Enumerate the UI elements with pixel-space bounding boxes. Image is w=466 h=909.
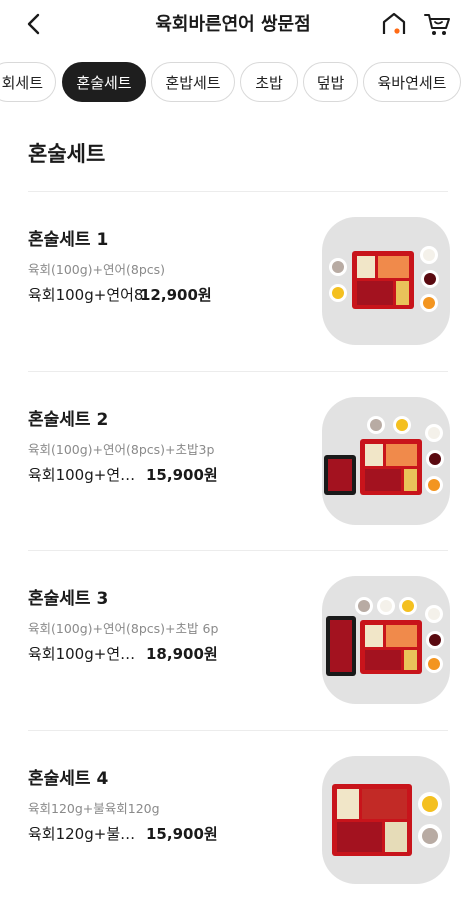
item-short-desc: 육회120g+불…: [28, 825, 136, 843]
tab-honbap-set[interactable]: 혼밥세트: [151, 62, 235, 102]
item-description: 육회(100g)+연어(8pcs)+초밥3p: [28, 442, 215, 457]
item-name: 혼술세트 4: [28, 769, 109, 789]
home-button[interactable]: [379, 9, 409, 39]
menu-item[interactable]: 혼술세트 4 육회120g+불육회120g 육회120g+불… 15,900원: [0, 731, 466, 909]
item-price: 15,900원: [146, 825, 218, 843]
item-short-desc: 육회100g+연…: [28, 466, 136, 484]
item-description: 육회(100g)+연어(8pcs)+초밥 6p: [28, 621, 219, 636]
item-short-desc: 육회100g+연…: [28, 645, 136, 663]
item-summary: 육회120g+불… 15,900원: [28, 823, 308, 844]
tab-honsul-set[interactable]: 혼술세트: [62, 62, 146, 102]
item-summary: 육회100g+연… 15,900원: [28, 464, 308, 485]
app-header: 육회바른연어 쌍문점: [0, 0, 466, 46]
menu-item[interactable]: 혼술세트 1 육회(100g)+연어(8pcs) 육회100g+연어8 12,9…: [0, 192, 466, 370]
item-thumbnail: [322, 217, 450, 345]
tab-deopbap[interactable]: 덮밥: [303, 62, 358, 102]
item-short-desc: 육회100g+연어8: [28, 286, 144, 304]
item-name: 혼술세트 3: [28, 589, 109, 609]
item-price: 12,900원: [140, 286, 212, 304]
item-name: 혼술세트 2: [28, 410, 109, 430]
item-price: 15,900원: [146, 466, 218, 484]
item-description: 육회(100g)+연어(8pcs): [28, 262, 166, 277]
item-summary: 육회100g+연… 18,900원: [28, 643, 308, 664]
item-thumbnail: [322, 576, 450, 704]
item-thumbnail: [322, 397, 450, 525]
category-tabs: 회세트 혼술세트 혼밥세트 초밥 덮밥 육바연세트: [0, 62, 466, 104]
item-summary: 육회100g+연어8 12,900원: [28, 284, 308, 305]
item-name: 혼술세트 1: [28, 230, 109, 250]
home-icon: [382, 12, 406, 34]
item-price: 18,900원: [146, 645, 218, 663]
tab-chobap[interactable]: 초밥: [240, 62, 298, 102]
section-title: 혼술세트: [28, 142, 106, 166]
cart-icon: [424, 14, 450, 35]
cart-button[interactable]: [422, 9, 452, 39]
menu-item[interactable]: 혼술세트 2 육회(100g)+연어(8pcs)+초밥3p 육회100g+연… …: [0, 372, 466, 550]
menu-item[interactable]: 혼술세트 3 육회(100g)+연어(8pcs)+초밥 6p 육회100g+연……: [0, 551, 466, 729]
tab-yukhoe-set[interactable]: 회세트: [0, 62, 56, 102]
item-description: 육회120g+불육회120g: [28, 801, 160, 816]
item-thumbnail: [322, 756, 450, 884]
tab-yukbayeon-set[interactable]: 육바연세트: [363, 62, 461, 102]
